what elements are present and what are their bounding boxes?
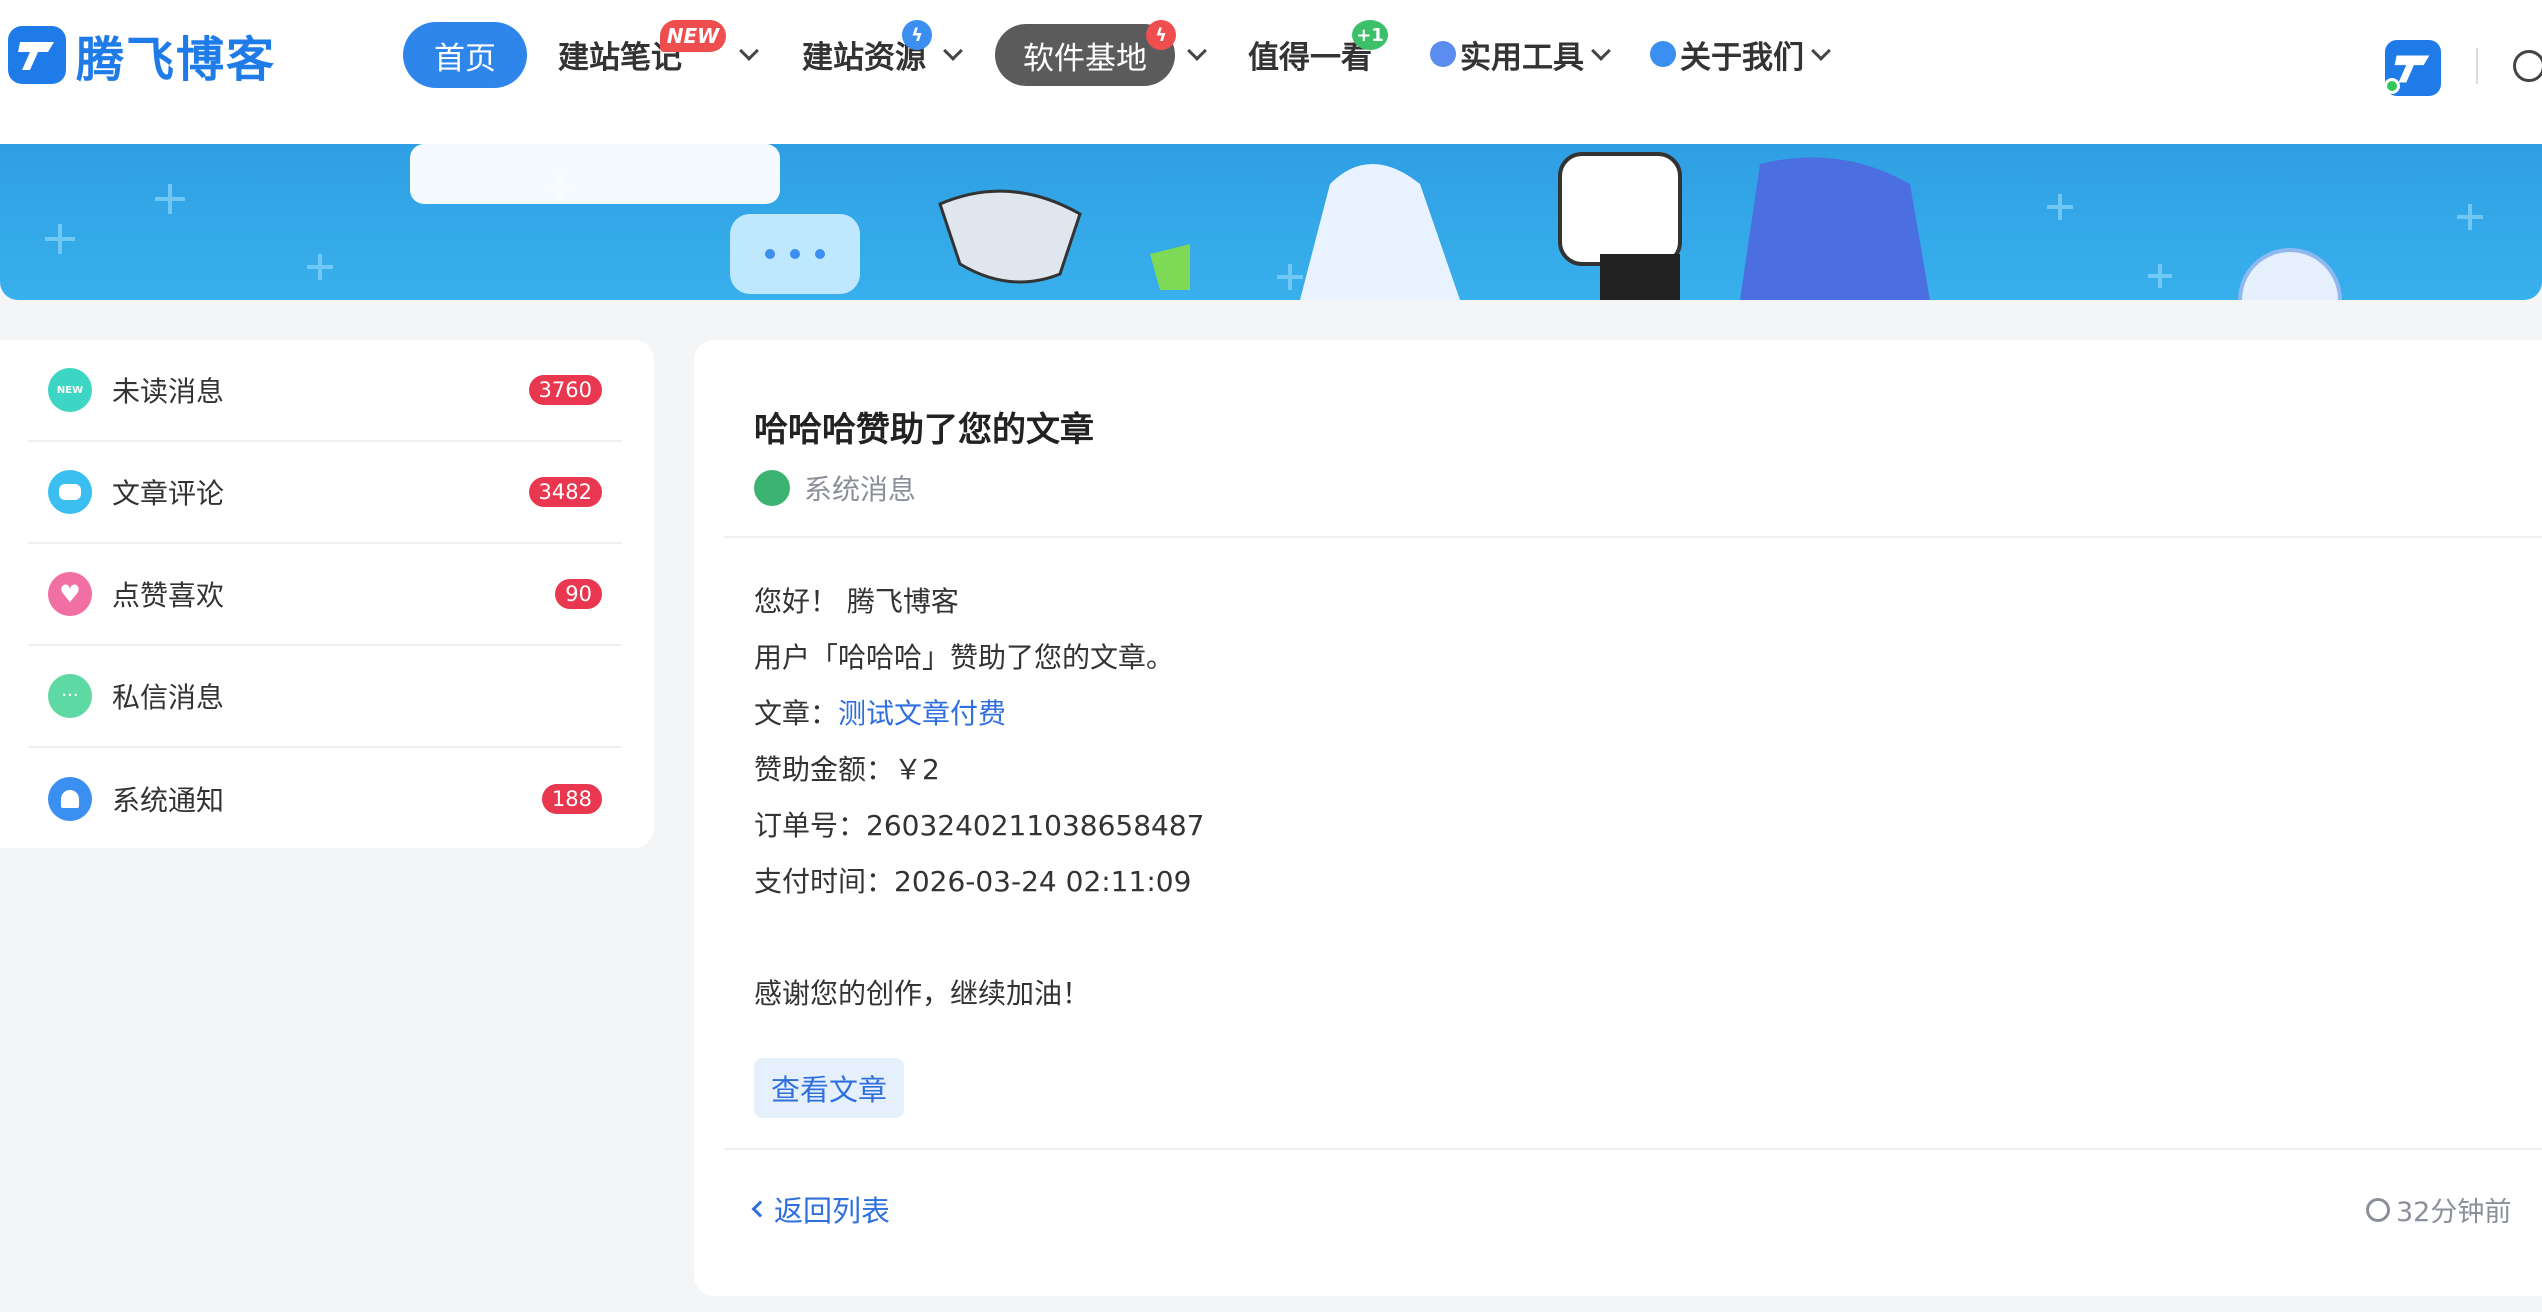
nav-home[interactable]: 首页 [403,22,527,88]
sidebar-item-system[interactable]: 系统通知 188 [28,748,622,850]
back-to-list-label: 返回列表 [774,1194,891,1228]
message-time: 32分钟前 [2366,1190,2511,1229]
message-sidebar: NEW 未读消息 3760 文章评论 3482 ♥ 点赞喜欢 90 ··· 私信… [0,340,654,848]
chevron-down-icon[interactable] [1187,41,1207,61]
greeting-text: 您好！ 腾飞博客 [754,585,959,618]
back-to-list-link[interactable]: 返回列表 [751,1188,891,1230]
article-prefix: 文章： [754,697,839,730]
order-number-text: 订单号：2603240211038658487 [754,809,1205,842]
cart-icon [754,470,790,506]
sidebar-item-likes[interactable]: ♥ 点赞喜欢 90 [28,544,622,646]
system-count-badge: 188 [541,784,602,814]
nav-home-label: 首页 [434,40,496,77]
chevron-left-icon [751,1200,769,1218]
heart-icon: ♥ [48,572,92,616]
divider [724,1148,2542,1150]
chevron-down-icon[interactable] [1591,41,1611,61]
cube-icon [1430,41,1456,67]
nav-software-label: 软件基地 [1023,40,1147,77]
sidebar-item-unread[interactable]: NEW 未读消息 3760 [28,340,622,442]
sidebar-item-label: 私信消息 [112,681,225,714]
sidebar-item-label: 未读消息 [112,375,225,408]
sidebar-item-comments[interactable]: 文章评论 3482 [28,442,622,544]
sidebar-item-label: 点赞喜欢 [112,579,225,612]
unread-count-badge: 3760 [528,375,602,405]
comment-count-badge: 3482 [528,477,602,507]
info-icon [1650,41,1676,67]
sidebar-item-label: 系统通知 [112,784,225,817]
lightning-icon: ϟ [1146,20,1176,50]
nav-about-label: 关于我们 [1680,39,1804,76]
logo-icon [8,26,66,84]
search-icon[interactable] [2513,50,2542,82]
article-link[interactable]: 测试文章付费 [838,697,1006,730]
amount-text: 赞助金额：￥2 [754,753,940,786]
chevron-down-icon[interactable] [943,41,963,61]
lightning-icon: ϟ [902,20,932,50]
top-header: 腾飞博客 首页 建站笔记 NEW 建站资源 ϟ 软件基地 ϟ 值得一看 +1 实… [0,0,2542,144]
message-title: 哈哈哈赞助了您的文章 [754,410,1094,450]
message-source-label: 系统消息 [804,473,917,506]
message-detail-card: 哈哈哈赞助了您的文章 系统消息 您好！ 腾飞博客 用户「哈哈哈」赞助了您的文章。… [694,340,2542,1296]
sponsor-text: 用户「哈哈哈」赞助了您的文章。 [754,641,1175,674]
site-logo[interactable]: 腾飞博客 [8,24,276,88]
bell-icon [48,777,92,821]
nav-tools-label: 实用工具 [1460,39,1584,76]
sidebar-item-label: 文章评论 [112,477,225,510]
likes-count-badge: 90 [555,579,602,609]
comment-icon [48,470,92,514]
pay-time-text: 支付时间：2026-03-24 02:11:09 [754,865,1192,898]
message-source: 系统消息 [754,468,916,508]
logo-text: 腾飞博客 [76,32,277,88]
sidebar-item-private[interactable]: ··· 私信消息 [28,646,622,748]
view-article-button[interactable]: 查看文章 [754,1058,904,1118]
chevron-down-icon[interactable] [1811,41,1831,61]
divider [724,536,2542,538]
time-ago-label: 32分钟前 [2396,1197,2512,1228]
chevron-down-icon[interactable] [739,41,759,61]
clock-icon [2366,1197,2390,1222]
chat-icon: ··· [48,674,92,718]
article-line: 文章：测试文章付费 [754,692,1006,732]
new-icon: NEW [48,368,92,412]
header-divider [2476,48,2478,84]
new-badge: NEW [660,20,726,52]
nav-about[interactable]: 关于我们 [1650,22,1804,86]
thanks-text: 感谢您的创作，继续加油！ [754,977,1091,1010]
banner-image [0,144,2542,300]
online-status-dot [2384,78,2400,94]
banner-illustration [45,144,2483,300]
nav-tools[interactable]: 实用工具 [1430,22,1584,86]
plus-one-badge: +1 [1352,20,1388,50]
